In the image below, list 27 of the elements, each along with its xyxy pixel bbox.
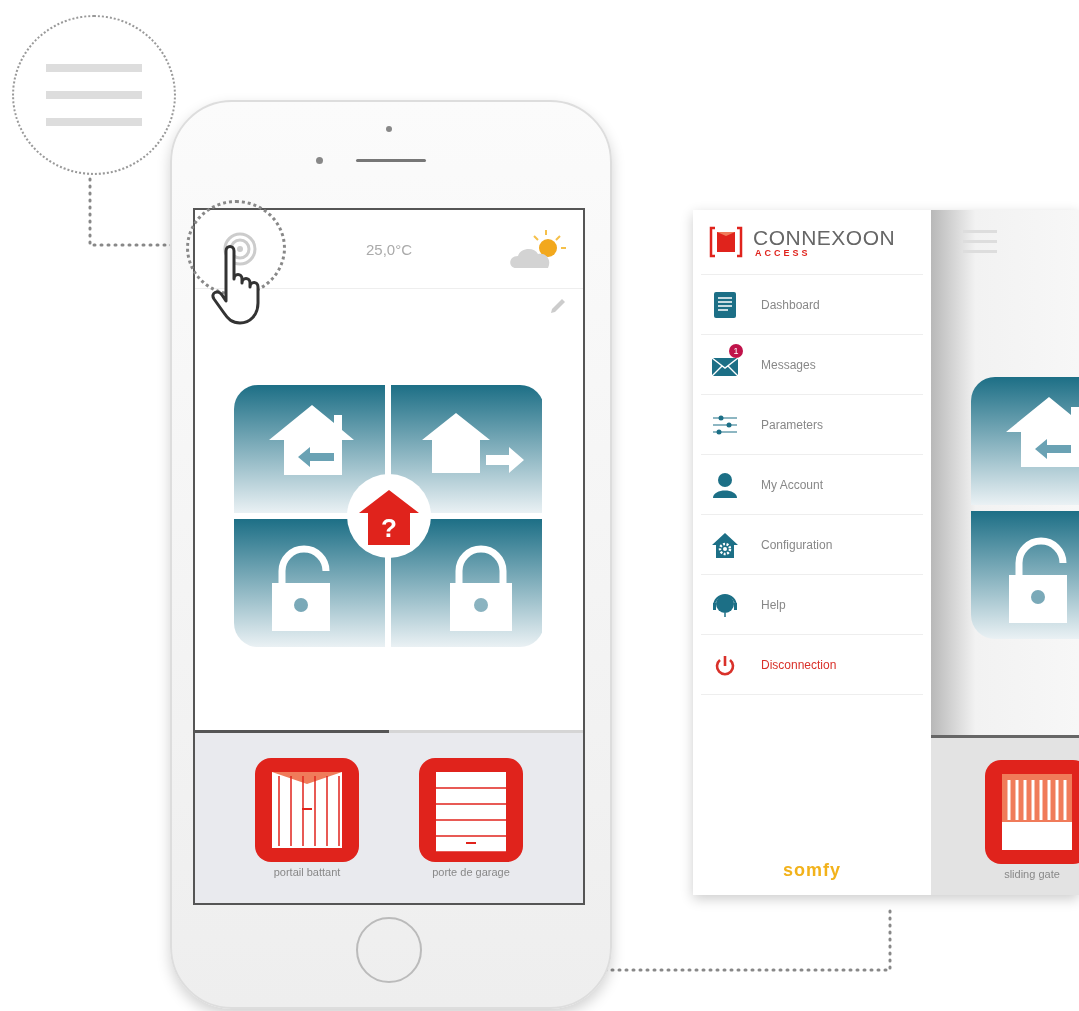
swing-gate-icon — [255, 758, 359, 862]
camera-dot — [316, 157, 323, 164]
menu-icon[interactable] — [223, 232, 257, 266]
garage-door-icon — [419, 758, 523, 862]
locked-icon — [450, 545, 512, 631]
dashboard-icon — [711, 290, 739, 319]
account-icon — [711, 470, 739, 499]
partly-sunny-icon — [508, 228, 568, 270]
app-name: CONNEXOON — [753, 226, 896, 248]
temperature: 25,0°C — [365, 240, 413, 258]
gate-logo-icon — [709, 226, 743, 258]
device-tile[interactable]: portail battant — [255, 758, 359, 878]
device-tile[interactable]: porte de garage — [419, 758, 523, 878]
sensor-dot — [386, 126, 392, 132]
speaker-slot — [356, 159, 426, 162]
leave-home-icon — [422, 413, 524, 473]
configuration-icon — [711, 530, 739, 559]
unread-badge: 1 — [729, 343, 743, 358]
app-subtitle: ACCESS — [754, 247, 812, 258]
arrive-home-icon — [1006, 397, 1079, 467]
arrive-home-icon — [269, 405, 354, 475]
menu-icon — [46, 64, 142, 126]
unlocked-icon — [272, 545, 330, 631]
unlocked-icon — [1009, 537, 1067, 623]
home-status-icon[interactable]: ? — [347, 474, 431, 558]
sliding-gate-icon — [985, 760, 1079, 864]
brand-logo: somfy — [782, 860, 842, 882]
